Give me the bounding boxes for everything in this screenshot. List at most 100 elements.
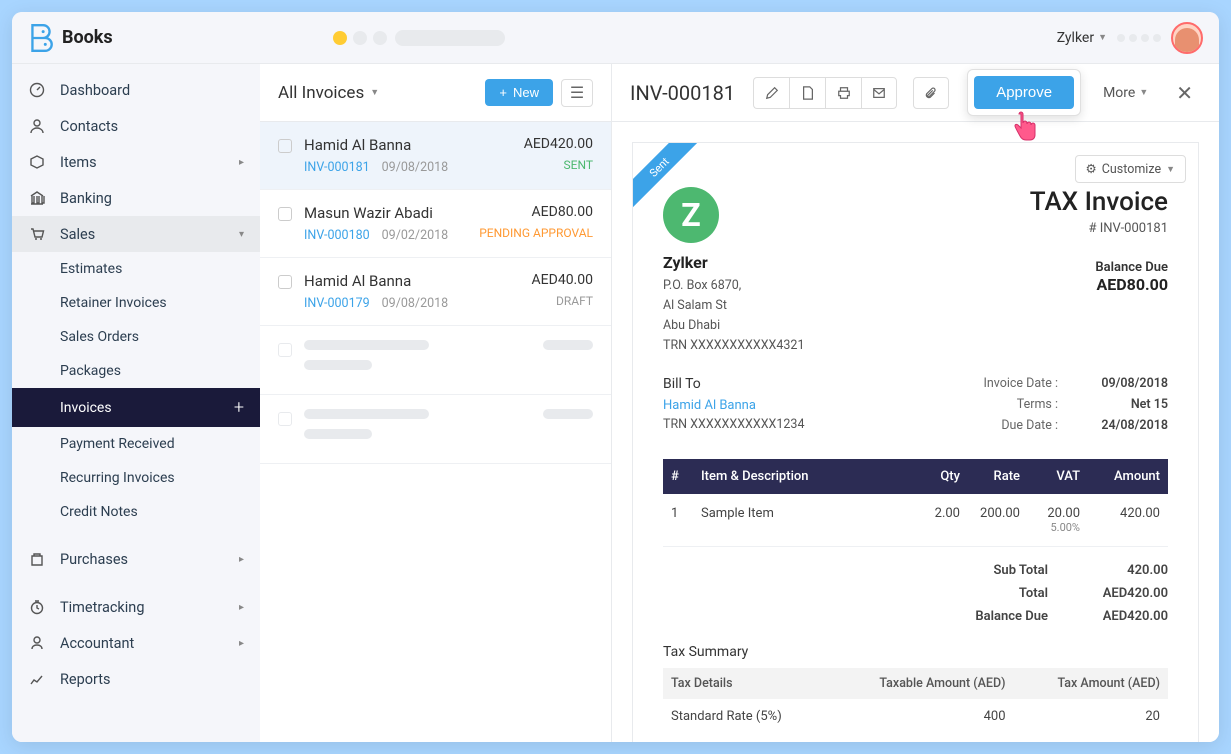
address-line: P.O. Box 6870, (663, 276, 805, 296)
invoice-list-row[interactable]: Masun Wazir Abadi INV-000180 09/02/2018 … (260, 190, 611, 258)
nav-label: Estimates (60, 261, 122, 277)
col-num: # (663, 459, 693, 494)
tax-summary-section: Tax Summary Tax Details Taxable Amount (… (663, 644, 1168, 734)
attachment-button[interactable] (913, 77, 949, 109)
list-menu-button[interactable]: ☰ (561, 79, 593, 107)
apps-grid-icon[interactable] (1117, 34, 1161, 42)
chevron-down-icon: ▾ (239, 229, 244, 240)
list-filter-dropdown[interactable]: All Invoices ▼ (278, 83, 379, 103)
skeleton-row (260, 326, 611, 395)
approve-button[interactable]: Approve (974, 76, 1074, 109)
sidebar-item-items[interactable]: Items ▸ (12, 144, 260, 180)
nav-label: Dashboard (60, 82, 130, 99)
new-invoice-button[interactable]: + New (485, 79, 553, 106)
company-address: P.O. Box 6870, Al Salam St Abu Dhabi TRN… (663, 276, 805, 356)
row-checkbox[interactable] (278, 207, 292, 221)
approve-wrapper: Approve (967, 69, 1081, 116)
total-value: AED420.00 (1078, 586, 1168, 601)
invoice-list-row[interactable]: Hamid Al Banna INV-000181 09/08/2018 AED… (260, 122, 611, 190)
clock-icon (28, 598, 46, 616)
email-button[interactable] (861, 77, 897, 109)
row-checkbox[interactable] (278, 139, 292, 153)
sidebar-item-accountant[interactable]: Accountant ▸ (12, 625, 260, 661)
invoice-status: DRAFT (532, 294, 593, 308)
nav-label: Invoices (60, 400, 112, 416)
tax-detail-name: Standard Rate (5%) (663, 699, 828, 734)
nav-label: Retainer Invoices (60, 295, 167, 311)
item-qty: 2.00 (908, 494, 968, 547)
row-checkbox[interactable] (278, 275, 292, 289)
sidebar-item-banking[interactable]: Banking (12, 180, 260, 216)
item-vat: 20.005.00% (1028, 494, 1088, 547)
hamburger-icon: ☰ (570, 83, 584, 102)
main-area: Dashboard Contacts Items ▸ Banking Sales… (12, 64, 1219, 742)
col-amount: Amount (1088, 459, 1168, 494)
sidebar-item-credit-notes[interactable]: Credit Notes (12, 495, 260, 529)
nav-label: Packages (60, 363, 121, 379)
nav-label: Payment Received (60, 436, 175, 452)
caret-down-icon: ▼ (1098, 32, 1107, 43)
sidebar-item-timetracking[interactable]: Timetracking ▸ (12, 589, 260, 625)
topbar: Books Zylker ▼ (12, 12, 1219, 64)
sidebar-item-estimates[interactable]: Estimates (12, 252, 260, 286)
invoice-number: INV-000179 (304, 296, 370, 311)
due-date-label: Due Date : (1001, 418, 1058, 433)
nav-label: Banking (60, 190, 112, 207)
sidebar-item-dashboard[interactable]: Dashboard (12, 72, 260, 108)
nav-label: Reports (60, 671, 111, 688)
sidebar-item-sales[interactable]: Sales ▾ (12, 216, 260, 252)
dot-icon (353, 31, 367, 45)
dashboard-icon (28, 81, 46, 99)
app-name: Books (62, 27, 113, 48)
search-placeholder[interactable] (395, 30, 505, 46)
app-window: Books Zylker ▼ Dashboard Contacts (12, 12, 1219, 742)
status-ribbon: Sent (633, 143, 703, 213)
edit-button[interactable] (753, 77, 789, 109)
item-amount: 420.00 (1088, 494, 1168, 547)
new-button-label: New (513, 85, 539, 100)
sidebar-item-contacts[interactable]: Contacts (12, 108, 260, 144)
caret-down-icon: ▼ (1166, 164, 1175, 175)
invoice-status: PENDING APPROVAL (479, 226, 593, 240)
sidebar-item-recurring-invoices[interactable]: Recurring Invoices (12, 461, 260, 495)
doc-title: TAX Invoice (1030, 187, 1168, 217)
sidebar-item-reports[interactable]: Reports (12, 661, 260, 697)
purchases-icon (28, 550, 46, 568)
print-button[interactable] (825, 77, 861, 109)
tax-col-details: Tax Details (663, 668, 828, 699)
close-button[interactable]: ✕ (1168, 77, 1201, 109)
subtotal-value: 420.00 (1078, 563, 1168, 578)
item-rate: 200.00 (968, 494, 1028, 547)
bill-to-trn: TRN XXXXXXXXXXX1234 (663, 417, 805, 432)
subtotal-label: Sub Total (994, 563, 1049, 578)
invoice-list-row[interactable]: Hamid Al Banna INV-000179 09/08/2018 AED… (260, 258, 611, 326)
sidebar-item-retainer-invoices[interactable]: Retainer Invoices (12, 286, 260, 320)
more-dropdown[interactable]: More ▼ (1099, 79, 1152, 107)
plus-icon[interactable]: + (234, 397, 244, 418)
pdf-button[interactable] (789, 77, 825, 109)
app-logo[interactable]: Books (28, 23, 113, 53)
invoice-list-column: All Invoices ▼ + New ☰ Hamid Al Banna IN… (260, 64, 612, 742)
nav-label: Sales (60, 226, 95, 243)
detail-body: ⚙ Customize ▼ Sent Z Zylker (612, 122, 1219, 742)
invoice-amount: AED40.00 (532, 272, 593, 288)
org-selector[interactable]: Zylker ▼ (1057, 30, 1107, 46)
nav-label: Contacts (60, 118, 118, 135)
sidebar-item-purchases[interactable]: Purchases ▸ (12, 541, 260, 577)
bill-to-name[interactable]: Hamid Al Banna (663, 398, 805, 413)
customize-button[interactable]: ⚙ Customize ▼ (1075, 155, 1186, 183)
bill-to-label: Bill To (663, 376, 805, 392)
sidebar-item-sales-orders[interactable]: Sales Orders (12, 320, 260, 354)
chevron-right-icon: ▸ (239, 602, 244, 613)
sidebar-item-payment-received[interactable]: Payment Received (12, 427, 260, 461)
content-area: All Invoices ▼ + New ☰ Hamid Al Banna IN… (260, 64, 1219, 742)
caret-down-icon: ▼ (1139, 87, 1148, 98)
paperclip-icon (924, 86, 938, 100)
invoice-date-value: 09/08/2018 (1088, 376, 1168, 391)
tax-amount: 20 (1014, 699, 1169, 734)
sidebar-item-invoices[interactable]: Invoices + (12, 388, 260, 427)
sidebar: Dashboard Contacts Items ▸ Banking Sales… (12, 64, 260, 742)
sidebar-item-packages[interactable]: Packages (12, 354, 260, 388)
user-avatar[interactable] (1171, 22, 1203, 54)
dot-icon (373, 31, 387, 45)
